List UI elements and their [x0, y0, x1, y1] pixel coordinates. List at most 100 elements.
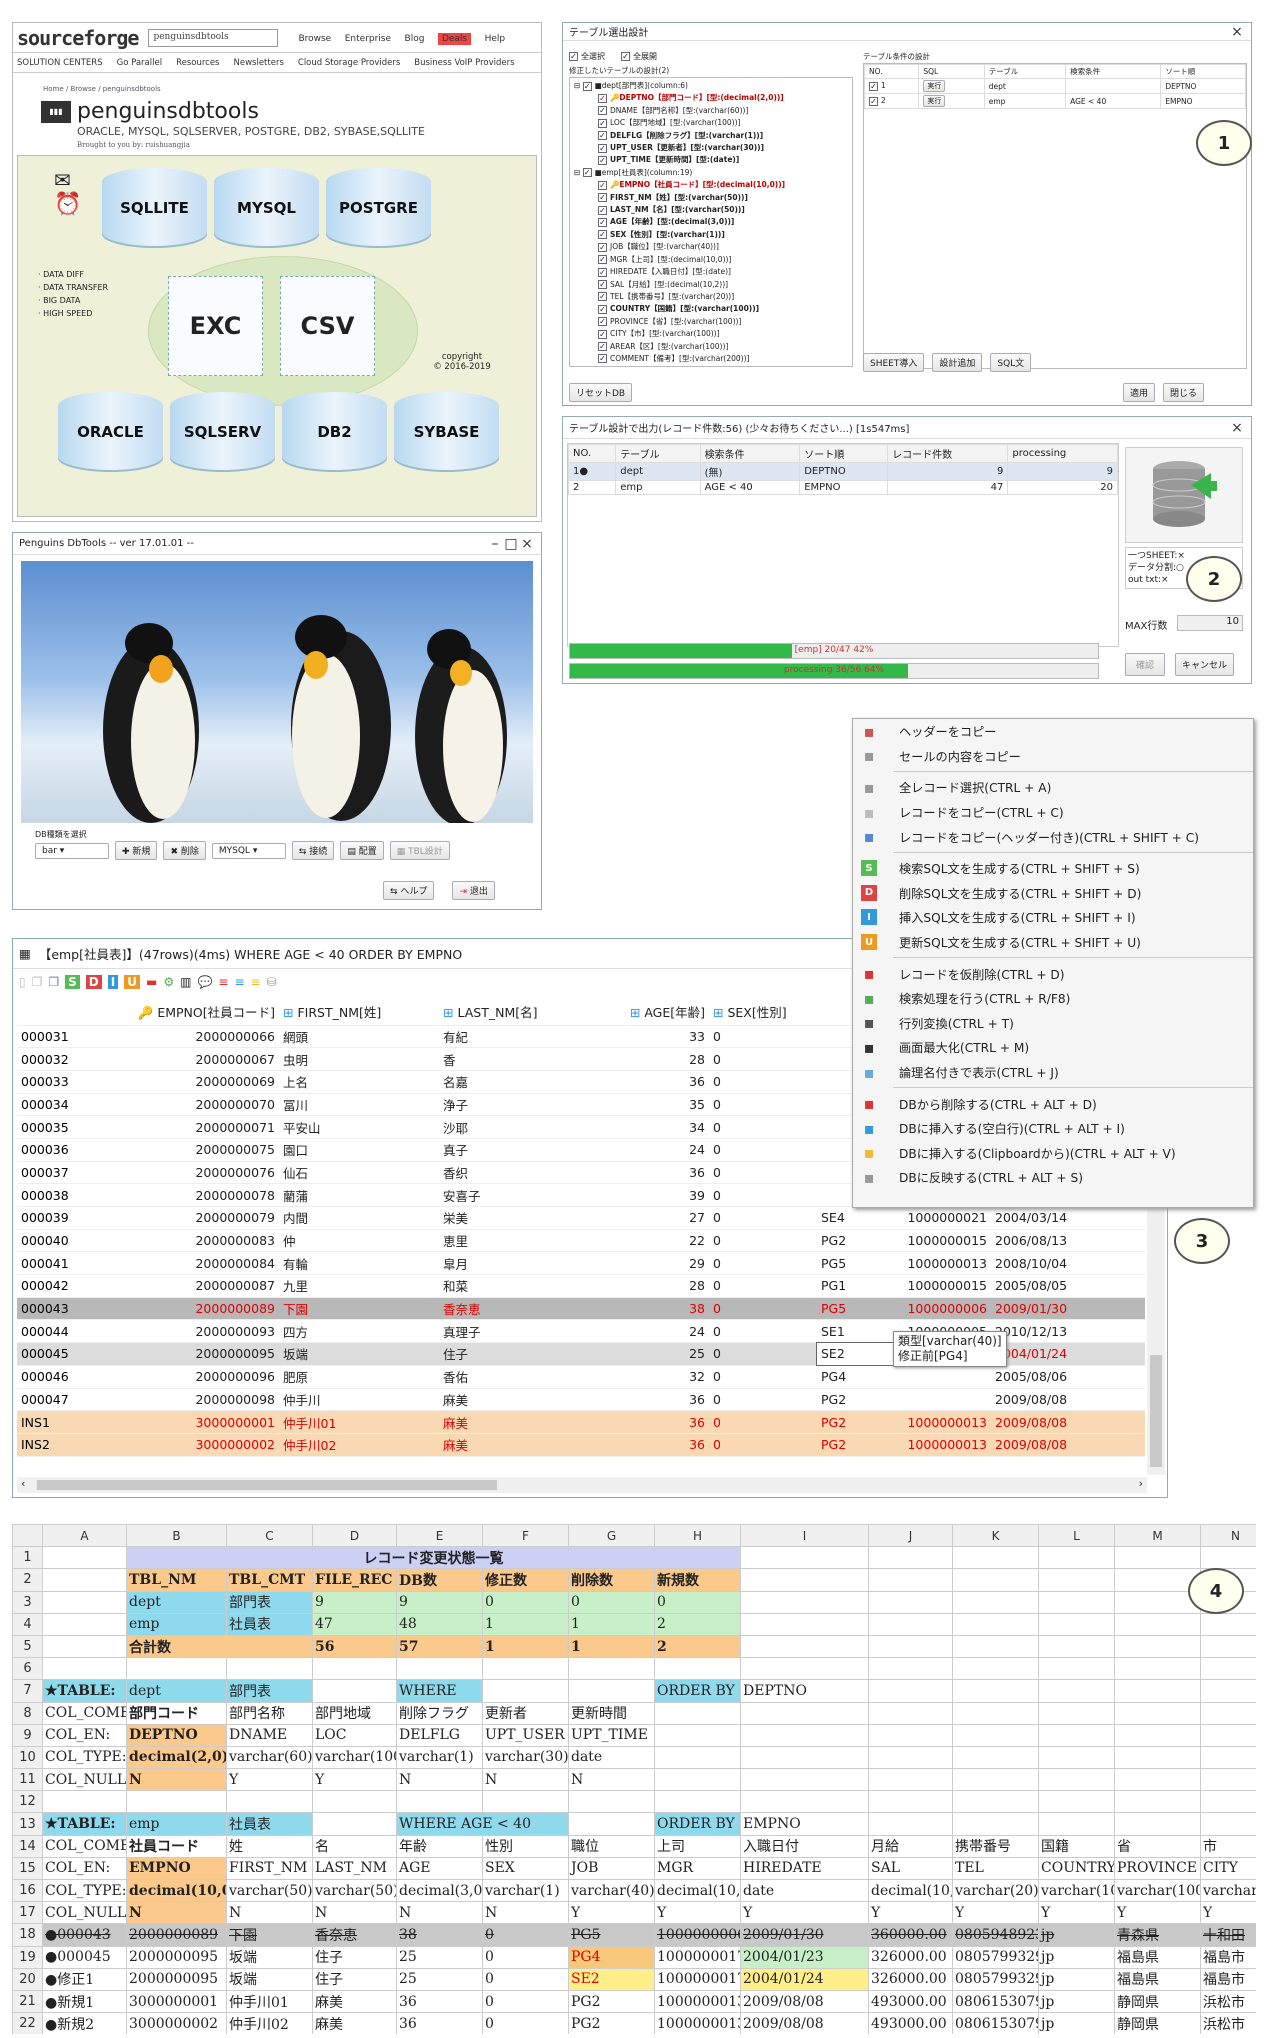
sheet-cell[interactable] [42, 1612, 127, 1636]
tree-node-column[interactable]: ✓ CITY【市】[型:(varchar(100))] [574, 328, 848, 340]
row-header[interactable]: 2 [12, 1568, 43, 1592]
cell-sex[interactable]: 0 [709, 1161, 817, 1185]
sheet-cell[interactable] [868, 1590, 953, 1614]
cell-empno[interactable]: 2000000078 [79, 1183, 279, 1207]
sheet-cell[interactable] [868, 1657, 953, 1681]
cell-sex[interactable]: 0 [709, 1093, 817, 1117]
sheet-cell[interactable] [654, 1745, 741, 1770]
check-all-checkbox[interactable]: ✓ 全選択 [569, 51, 605, 62]
sheet-cell[interactable] [868, 1812, 953, 1836]
sheet-cell[interactable]: EMPNO [126, 1856, 227, 1881]
sheet-cell[interactable]: dept [126, 1590, 227, 1614]
sheet-cell[interactable]: 3000000002 [126, 2012, 227, 2034]
cell-hiredate[interactable]: 2009/01/30 [991, 1297, 1145, 1321]
tree-node-column[interactable]: ✓ DELFLG【削除フラグ】[型:(varchar(1))] [574, 130, 848, 142]
sheet-cell[interactable]: varchar(100) [1114, 1878, 1201, 1903]
sheet-cell[interactable]: ORDER BY [654, 1679, 741, 1703]
subnav-newsletters[interactable]: Newsletters [234, 58, 284, 68]
apply-button[interactable]: 適用 [1123, 383, 1156, 402]
sheet-cell[interactable] [740, 1568, 869, 1592]
sheet-cell[interactable]: N [482, 1768, 569, 1792]
cell-hiredate[interactable]: 2008/10/04 [991, 1251, 1145, 1276]
cell-where[interactable]: AGE < 40 [1065, 93, 1162, 109]
sheet-cell[interactable]: Y [740, 1901, 869, 1925]
new-doc-icon[interactable]: ▯ [19, 975, 26, 989]
sql-run-button[interactable]: 実行 [923, 80, 946, 92]
sheet-cell[interactable]: 08057993293 [952, 1945, 1039, 1969]
cell-last-nm[interactable]: 皐月 [439, 1251, 597, 1276]
sheet-cell[interactable]: 国籍 [1038, 1834, 1115, 1858]
cell-age[interactable]: 28 [597, 1274, 709, 1298]
place-button[interactable]: ▤ 配置 [340, 841, 384, 860]
sheet-cell[interactable]: 福島県 [1114, 1967, 1201, 1991]
sheet-cell[interactable]: EMPNO [740, 1812, 869, 1836]
sheet-cell[interactable]: PG4 [568, 1945, 655, 1969]
sheet-cell[interactable] [1038, 1568, 1115, 1592]
db-select-1[interactable]: bar ▾ [35, 842, 109, 859]
cell-last-nm[interactable]: 真子 [439, 1138, 597, 1162]
sheet-cell[interactable]: TBL_NM [126, 1568, 227, 1592]
horizontal-scrollbar[interactable]: ‹ › [17, 1477, 1147, 1493]
sheet-cell[interactable]: Y [1038, 1901, 1115, 1925]
sheet-cell[interactable]: 仲手川02 [226, 2012, 313, 2034]
tree-node-column[interactable]: ✓ AGE【年齢】[型:(decimal(3,0))] [574, 216, 848, 228]
sheet-cell[interactable] [740, 1590, 869, 1614]
cell-sex[interactable]: 0 [709, 1070, 817, 1094]
cell-empno[interactable]: 2000000089 [79, 1297, 279, 1321]
row-header[interactable]: 18 [12, 1923, 43, 1947]
row-header[interactable]: 17 [12, 1901, 43, 1925]
sheet-cell[interactable]: N [396, 1768, 483, 1792]
sheet-cell[interactable]: 493000.00 [868, 2012, 953, 2034]
tree-node-column[interactable]: ✓ JOB【職位】[型:(varchar(40))] [574, 241, 848, 253]
cell-last-nm[interactable]: 恵里 [439, 1229, 597, 1253]
table-row[interactable]: INS1 3000000001 仲手川01 麻美 36 0 PG2 1000000013 200… [17, 1410, 1145, 1434]
cell-empno[interactable]: 2000000079 [79, 1206, 279, 1230]
cell-order[interactable]: DEPTNO [1160, 78, 1246, 94]
row-header[interactable]: 14 [12, 1834, 43, 1858]
new-button[interactable]: ✚ 新規 [115, 841, 158, 860]
sheet-cell[interactable] [1200, 1657, 1256, 1681]
sheet-cell[interactable]: decimal(10,2) [868, 1878, 953, 1903]
cell-age[interactable]: 36 [597, 1410, 709, 1434]
tree-node-column[interactable]: ✓ SAL【月給】[型:(decimal(10,2))] [574, 279, 848, 291]
sheet-cell[interactable] [1114, 1701, 1201, 1725]
sheet-cell[interactable] [952, 1745, 1039, 1770]
sheet-cell[interactable] [868, 1612, 953, 1636]
search-run-icon[interactable]: ⚙ [163, 975, 174, 989]
sheet-cell[interactable]: varchar(40) [568, 1878, 655, 1903]
cell-last-nm[interactable]: 有紀 [439, 1025, 597, 1049]
sheet-cell[interactable] [1114, 1546, 1201, 1570]
context-menu-item[interactable]: ▪ ヘッダーをコピー [853, 719, 1253, 744]
sheet-cell[interactable]: 職位 [568, 1834, 655, 1858]
tree-node-column[interactable]: ✓ COUNTRY【国籍】[型:(varchar(100))] [574, 303, 848, 315]
sheet-cell[interactable]: 麻美 [312, 1989, 397, 2014]
sheet-cell[interactable] [312, 1790, 397, 1814]
cell-sex[interactable]: 0 [709, 1183, 817, 1207]
sheet-cell[interactable]: varchar(20) [952, 1878, 1039, 1903]
sheet-cell[interactable] [952, 1790, 1039, 1814]
sheet-cell[interactable]: COL_COMENT: [42, 1701, 127, 1725]
sheet-cell[interactable] [396, 1790, 483, 1814]
cell-age[interactable]: 36 [597, 1070, 709, 1094]
sheet-cell[interactable] [482, 1790, 569, 1814]
sheet-cell[interactable] [1038, 1701, 1115, 1725]
sheet-cell[interactable]: 新規数 [654, 1568, 741, 1592]
max-rows-input[interactable]: 10 [1177, 615, 1243, 631]
sheet-cell[interactable] [42, 1634, 127, 1659]
sheet-cell[interactable]: COL_EN: [42, 1856, 127, 1881]
confirm-button[interactable]: 確認 [1125, 653, 1166, 676]
column-header[interactable]: F [482, 1524, 569, 1548]
tree-node-column[interactable]: ✓ PROVINCE【省】[型:(varchar(100))] [574, 316, 848, 328]
cell-hiredate[interactable]: 2006/08/13 [991, 1229, 1145, 1253]
sheet-cell[interactable] [482, 1657, 569, 1681]
sheet-cell[interactable] [1038, 1634, 1115, 1659]
sourceforge-logo[interactable]: sourceforge [17, 26, 139, 50]
sheet-cell[interactable]: 削除数 [568, 1568, 655, 1592]
sheet-cell[interactable] [312, 1657, 397, 1681]
sheet-cell[interactable] [1038, 1768, 1115, 1792]
db-apply-icon[interactable]: ⛁ [267, 975, 277, 989]
sheet-cell[interactable] [740, 1723, 869, 1747]
tree-node-column[interactable]: ✓ FIRST_NM【姓】[型:(varchar(50))] [574, 192, 848, 204]
cell-last-nm[interactable]: 麻美 [439, 1388, 597, 1412]
sheet-cell[interactable]: 更新者 [482, 1701, 569, 1725]
